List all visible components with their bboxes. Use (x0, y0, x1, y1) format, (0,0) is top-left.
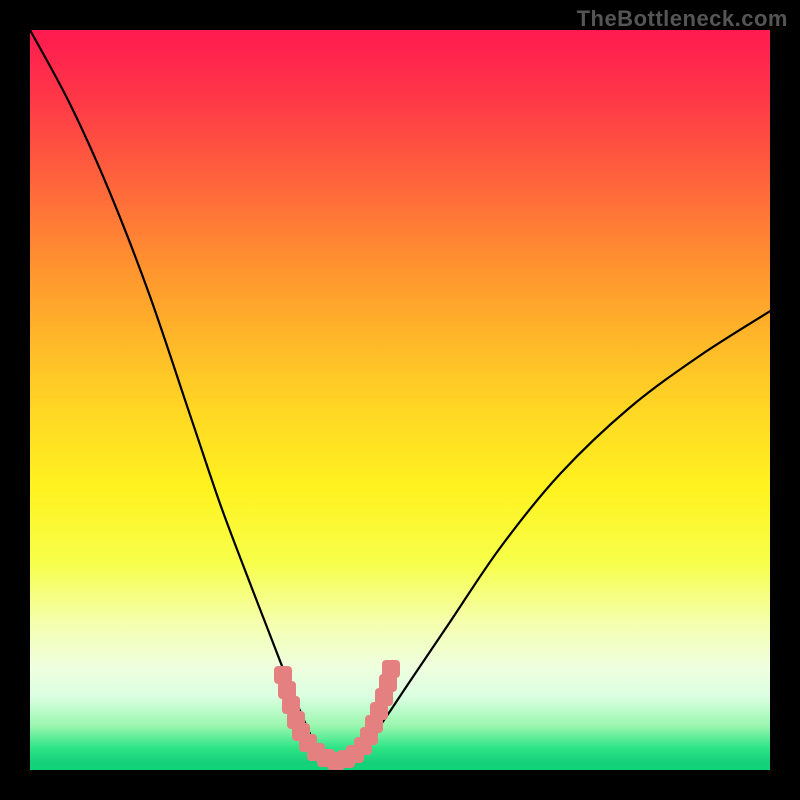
curve-marker (382, 660, 400, 678)
watermark-text: TheBottleneck.com (577, 6, 788, 32)
marker-layer (30, 30, 770, 770)
chart-container: TheBottleneck.com (0, 0, 800, 800)
plot-area (30, 30, 770, 770)
